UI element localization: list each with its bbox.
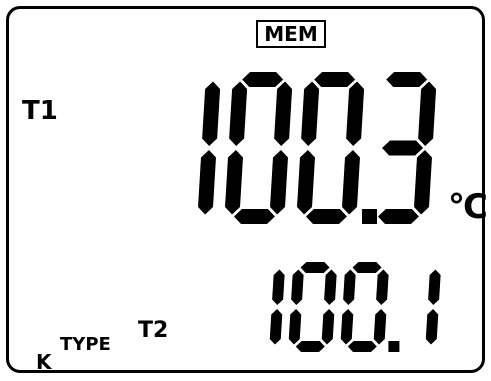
t2-digit-2-seg-b: [376, 269, 389, 305]
t1-digit-2-seg-f: [301, 81, 320, 146]
t1-digit-0-seg-b: [202, 81, 221, 146]
t2-digit-1-seg-e: [288, 309, 302, 345]
t2-digit-3-seg-b: [428, 269, 441, 305]
t1-digit-1-seg-a: [242, 72, 284, 87]
t2-digit-1-seg-f: [291, 269, 304, 305]
t1-digit-3-seg-g: [382, 140, 424, 156]
t2-digit-2-seg-d: [347, 341, 377, 352]
t1-digit-1-seg-c: [270, 150, 288, 215]
t2-decimal-point: [388, 341, 400, 352]
t1-digit-2-seg-c: [342, 150, 360, 215]
t1-digit-1-seg-b: [274, 81, 293, 146]
t2-digit-3-seg-c: [425, 309, 439, 345]
t1-digit-1-seg-e: [225, 150, 243, 215]
t2-digit-1-seg-d: [295, 341, 325, 352]
t2-digit-1-seg-b: [324, 269, 337, 305]
t1-digit-3-seg-a: [386, 72, 428, 87]
t1-digit-1-seg-f: [229, 81, 248, 146]
t1-digit-2-seg-d: [305, 209, 347, 224]
t1-digit-2-seg-e: [297, 150, 315, 215]
t1-digit-3-seg-d: [377, 209, 419, 224]
t1-digit-3-seg-b: [418, 81, 437, 146]
t2-digit-2-seg-a: [352, 262, 382, 273]
t1-digit-2-seg-a: [314, 72, 356, 87]
t1-digit-1-seg-d: [233, 209, 275, 224]
t2-digit-0-seg-b: [272, 269, 285, 305]
t1-decimal-point: [362, 209, 377, 224]
t1-digit-0-seg-c: [198, 150, 216, 215]
t2-digit-2-seg-f: [343, 269, 356, 305]
t1-digit-2-seg-b: [346, 81, 365, 146]
t2-digit-1-seg-a: [300, 262, 330, 273]
t1-digit-3-seg-c: [414, 150, 432, 215]
t2-digit-0-seg-c: [269, 309, 283, 345]
t2-digit-2-seg-e: [340, 309, 354, 345]
t2-digit-2-seg-c: [373, 309, 387, 345]
seven-segment-readings: [198, 72, 441, 352]
t2-digit-1-seg-c: [321, 309, 335, 345]
